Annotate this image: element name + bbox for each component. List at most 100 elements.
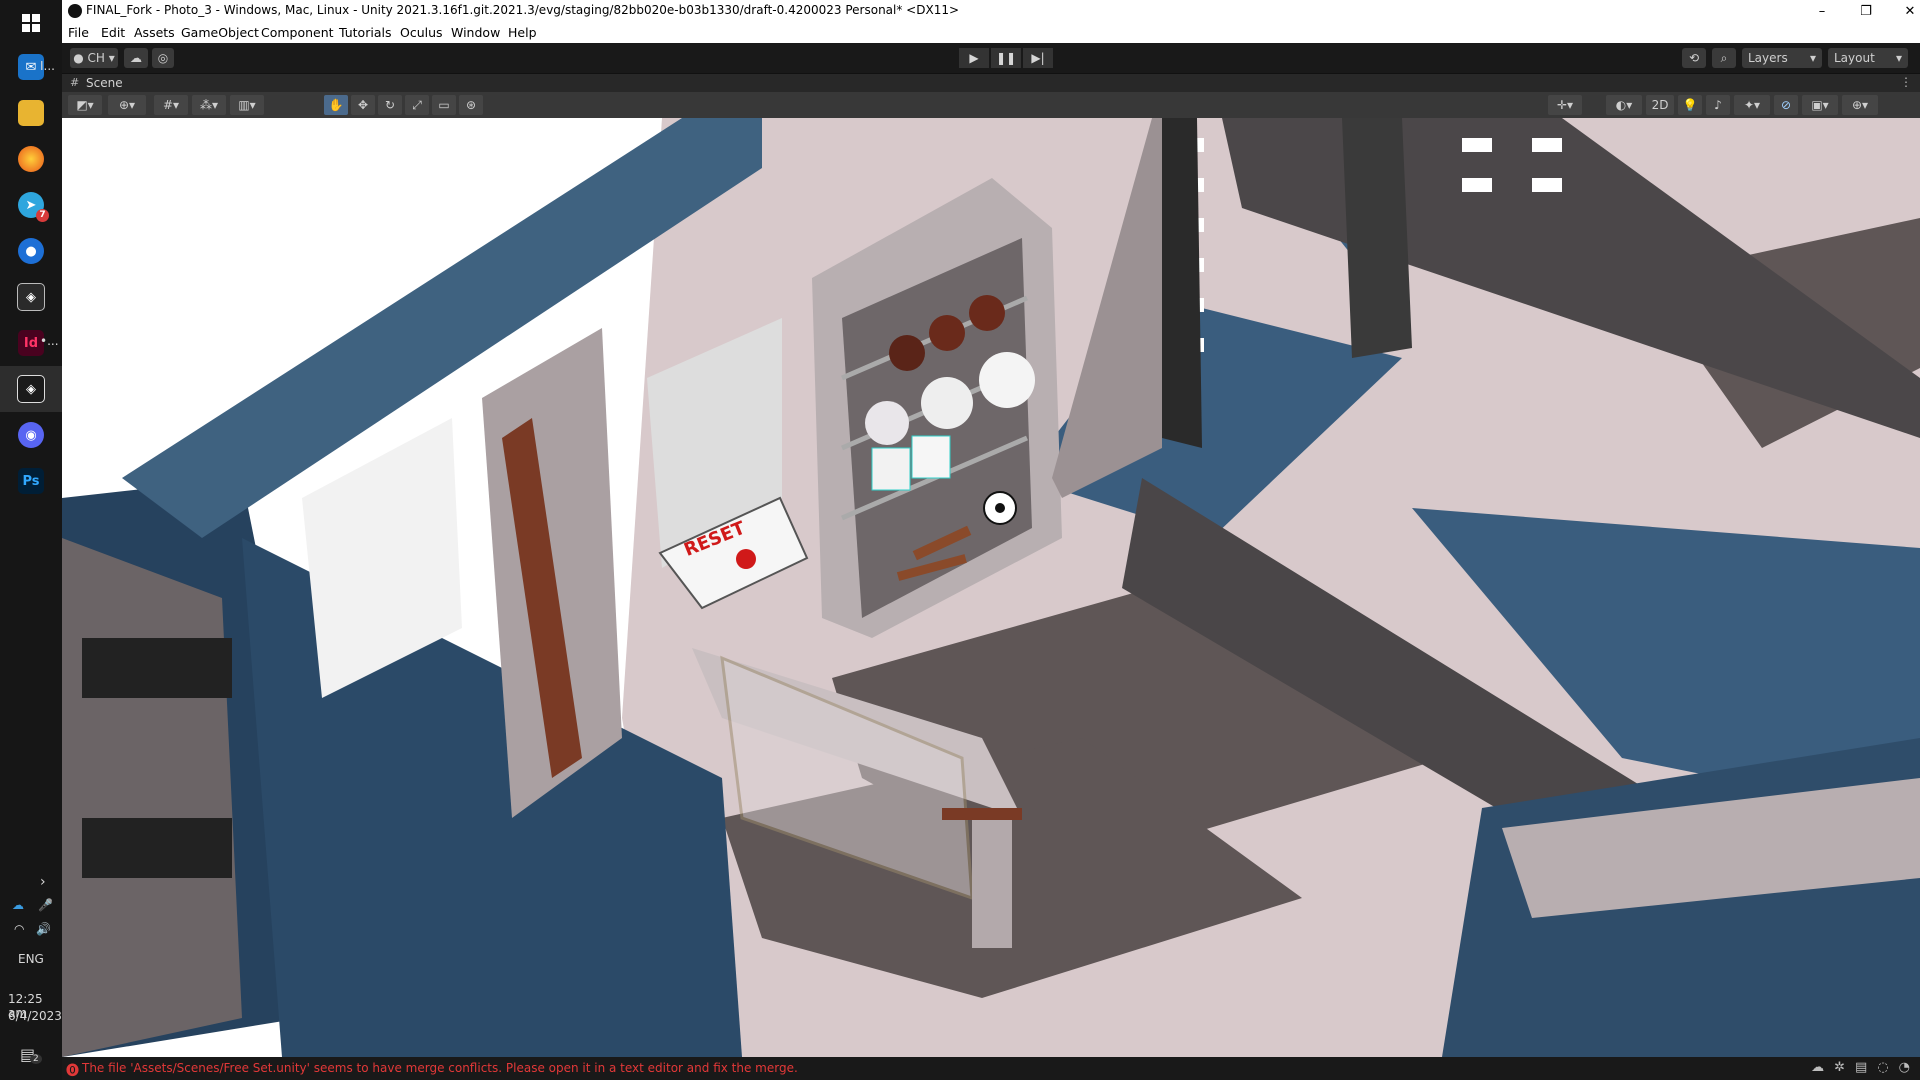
toggle-2d-button[interactable]: 2D: [1646, 95, 1674, 115]
draw-mode-dropdown[interactable]: ◩▾: [68, 95, 102, 115]
chevron-right-icon[interactable]: ›: [40, 874, 46, 890]
play-button[interactable]: ▶: [959, 48, 989, 68]
progress-icon[interactable]: ◔: [1899, 1060, 1910, 1075]
chevron-down-icon: ▾: [1895, 51, 1902, 65]
start-button[interactable]: [0, 0, 62, 46]
collab-icon: ◎: [157, 51, 169, 65]
tab-scene[interactable]: Scene: [86, 76, 123, 90]
render-mode-dropdown[interactable]: ⊕▾: [108, 95, 146, 115]
account-dropdown[interactable]: ● CH ▾: [70, 48, 118, 68]
rotate-tool[interactable]: ↻: [378, 95, 402, 115]
scene-visibility-toggle[interactable]: ⊘: [1774, 95, 1798, 115]
map-pin-icon: ●: [18, 238, 44, 264]
error-icon: ⓿: [66, 1064, 80, 1079]
unity-icon: ◈: [17, 375, 45, 403]
taskbar-unity-hub[interactable]: ◈: [0, 274, 62, 320]
menu-component[interactable]: Component: [261, 25, 334, 40]
hand-icon: ✋: [328, 98, 344, 112]
hand-tool[interactable]: ✋: [324, 95, 348, 115]
increment-snap-dropdown[interactable]: ⁂▾: [192, 95, 226, 115]
restore-button[interactable]: ❐: [1844, 0, 1888, 22]
chevron-down-icon: ▾: [1809, 51, 1816, 65]
collab-button[interactable]: ◎: [152, 48, 174, 68]
shading-dropdown[interactable]: ◐▾: [1606, 95, 1642, 115]
camera-icon: ▣▾: [1811, 98, 1829, 112]
eye-slash-icon: ⊘: [1780, 98, 1792, 112]
pause-button[interactable]: ❚❚: [991, 48, 1021, 68]
layers-label: Layers: [1748, 51, 1788, 65]
history-icon: ⟲: [1688, 51, 1700, 65]
snap-icon: ⁂▾: [199, 98, 219, 112]
menu-assets[interactable]: Assets: [134, 25, 175, 40]
taskbar-telegram[interactable]: ➤ 7: [0, 182, 62, 228]
effects-icon: ✦▾: [1743, 98, 1761, 112]
menu-tutorials[interactable]: Tutorials: [339, 25, 391, 40]
wifi-icon[interactable]: ◠: [14, 922, 24, 936]
language-indicator[interactable]: ENG: [18, 952, 44, 966]
scene-viewport[interactable]: RESET: [62, 118, 1920, 1057]
rotate-icon: ↻: [384, 98, 396, 112]
audio-toggle[interactable]: ♪: [1706, 95, 1730, 115]
effects-dropdown[interactable]: ✦▾: [1734, 95, 1770, 115]
align-dropdown[interactable]: ▥▾: [230, 95, 264, 115]
gizmos-icon: ⊕▾: [1851, 98, 1869, 112]
transform-tool[interactable]: ⊛: [459, 95, 483, 115]
search-button[interactable]: ⌕: [1712, 48, 1736, 68]
taskbar-maps[interactable]: ●: [0, 228, 62, 274]
pivot-icon: ✛▾: [1556, 98, 1574, 112]
notification-count: 2: [30, 1054, 42, 1064]
volume-icon[interactable]: 🔊: [36, 922, 51, 936]
history-button[interactable]: ⟲: [1682, 48, 1706, 68]
telegram-icon: ➤ 7: [18, 192, 49, 222]
notification-center-icon[interactable]: ▤ 2: [20, 1045, 42, 1064]
scale-tool[interactable]: ⤢: [405, 95, 429, 115]
taskbar-mail[interactable]: ✉ I...: [0, 44, 62, 90]
camera-dropdown[interactable]: ▣▾: [1802, 95, 1838, 115]
align-icon: ▥▾: [238, 98, 256, 112]
layout-dropdown[interactable]: Layout ▾: [1828, 48, 1908, 68]
scene-render: RESET: [62, 118, 1920, 1057]
taskbar-discord[interactable]: ◉: [0, 412, 62, 458]
grid-snap-dropdown[interactable]: #▾: [154, 95, 188, 115]
menu-edit[interactable]: Edit: [101, 25, 125, 40]
taskbar-photoshop[interactable]: Ps: [0, 458, 62, 504]
globe-icon: ⊕▾: [118, 98, 136, 112]
status-message[interactable]: The file 'Assets/Scenes/Free Set.unity' …: [82, 1061, 798, 1075]
cache-icon[interactable]: ▤: [1855, 1060, 1867, 1075]
menu-file[interactable]: File: [68, 25, 89, 40]
menu-help[interactable]: Help: [508, 25, 537, 40]
taskbar-indesign[interactable]: Id •...: [0, 320, 62, 366]
collab-status-icon[interactable]: ☁: [1811, 1060, 1824, 1075]
unity-hub-icon: ◈: [17, 283, 45, 311]
menu-gameobject[interactable]: GameObject: [181, 25, 259, 40]
scene-tab-bar: # Scene ⋮: [62, 73, 1920, 93]
taskbar-firefox[interactable]: [0, 136, 62, 182]
more-options-icon[interactable]: ⋮: [1900, 75, 1912, 89]
menu-oculus[interactable]: Oculus: [400, 25, 443, 40]
minimize-button[interactable]: –: [1800, 0, 1844, 22]
close-button[interactable]: ✕: [1888, 0, 1920, 22]
gizmo-orientation-dropdown[interactable]: ✛▾: [1548, 95, 1582, 115]
windows-logo-icon: [22, 14, 40, 32]
menu-window[interactable]: Window: [451, 25, 500, 40]
unity-app-icon: [68, 4, 82, 18]
rect-tool[interactable]: ▭: [432, 95, 456, 115]
layers-dropdown[interactable]: Layers ▾: [1742, 48, 1822, 68]
discord-icon: ◉: [18, 422, 44, 448]
shaded-icon: ◩▾: [76, 98, 94, 112]
cloud-button[interactable]: ☁: [124, 48, 148, 68]
network-icon[interactable]: ◌: [1877, 1060, 1888, 1075]
onedrive-icon[interactable]: ☁: [12, 898, 24, 912]
taskbar-unity-editor[interactable]: ◈: [0, 366, 62, 412]
microphone-icon[interactable]: 🎤: [38, 898, 53, 912]
lighting-toggle[interactable]: 💡: [1678, 95, 1702, 115]
grid-icon: #: [70, 76, 80, 89]
grid-snap-icon: #▾: [162, 98, 180, 112]
search-icon: ⌕: [1720, 50, 1728, 65]
step-button[interactable]: ▶|: [1023, 48, 1053, 68]
bug-icon[interactable]: ✲: [1834, 1060, 1845, 1075]
taskbar-file-explorer[interactable]: [0, 90, 62, 136]
move-tool[interactable]: ✥: [351, 95, 375, 115]
clock-date[interactable]: 6/4/2023: [8, 1009, 62, 1023]
gizmos-dropdown[interactable]: ⊕▾: [1842, 95, 1878, 115]
